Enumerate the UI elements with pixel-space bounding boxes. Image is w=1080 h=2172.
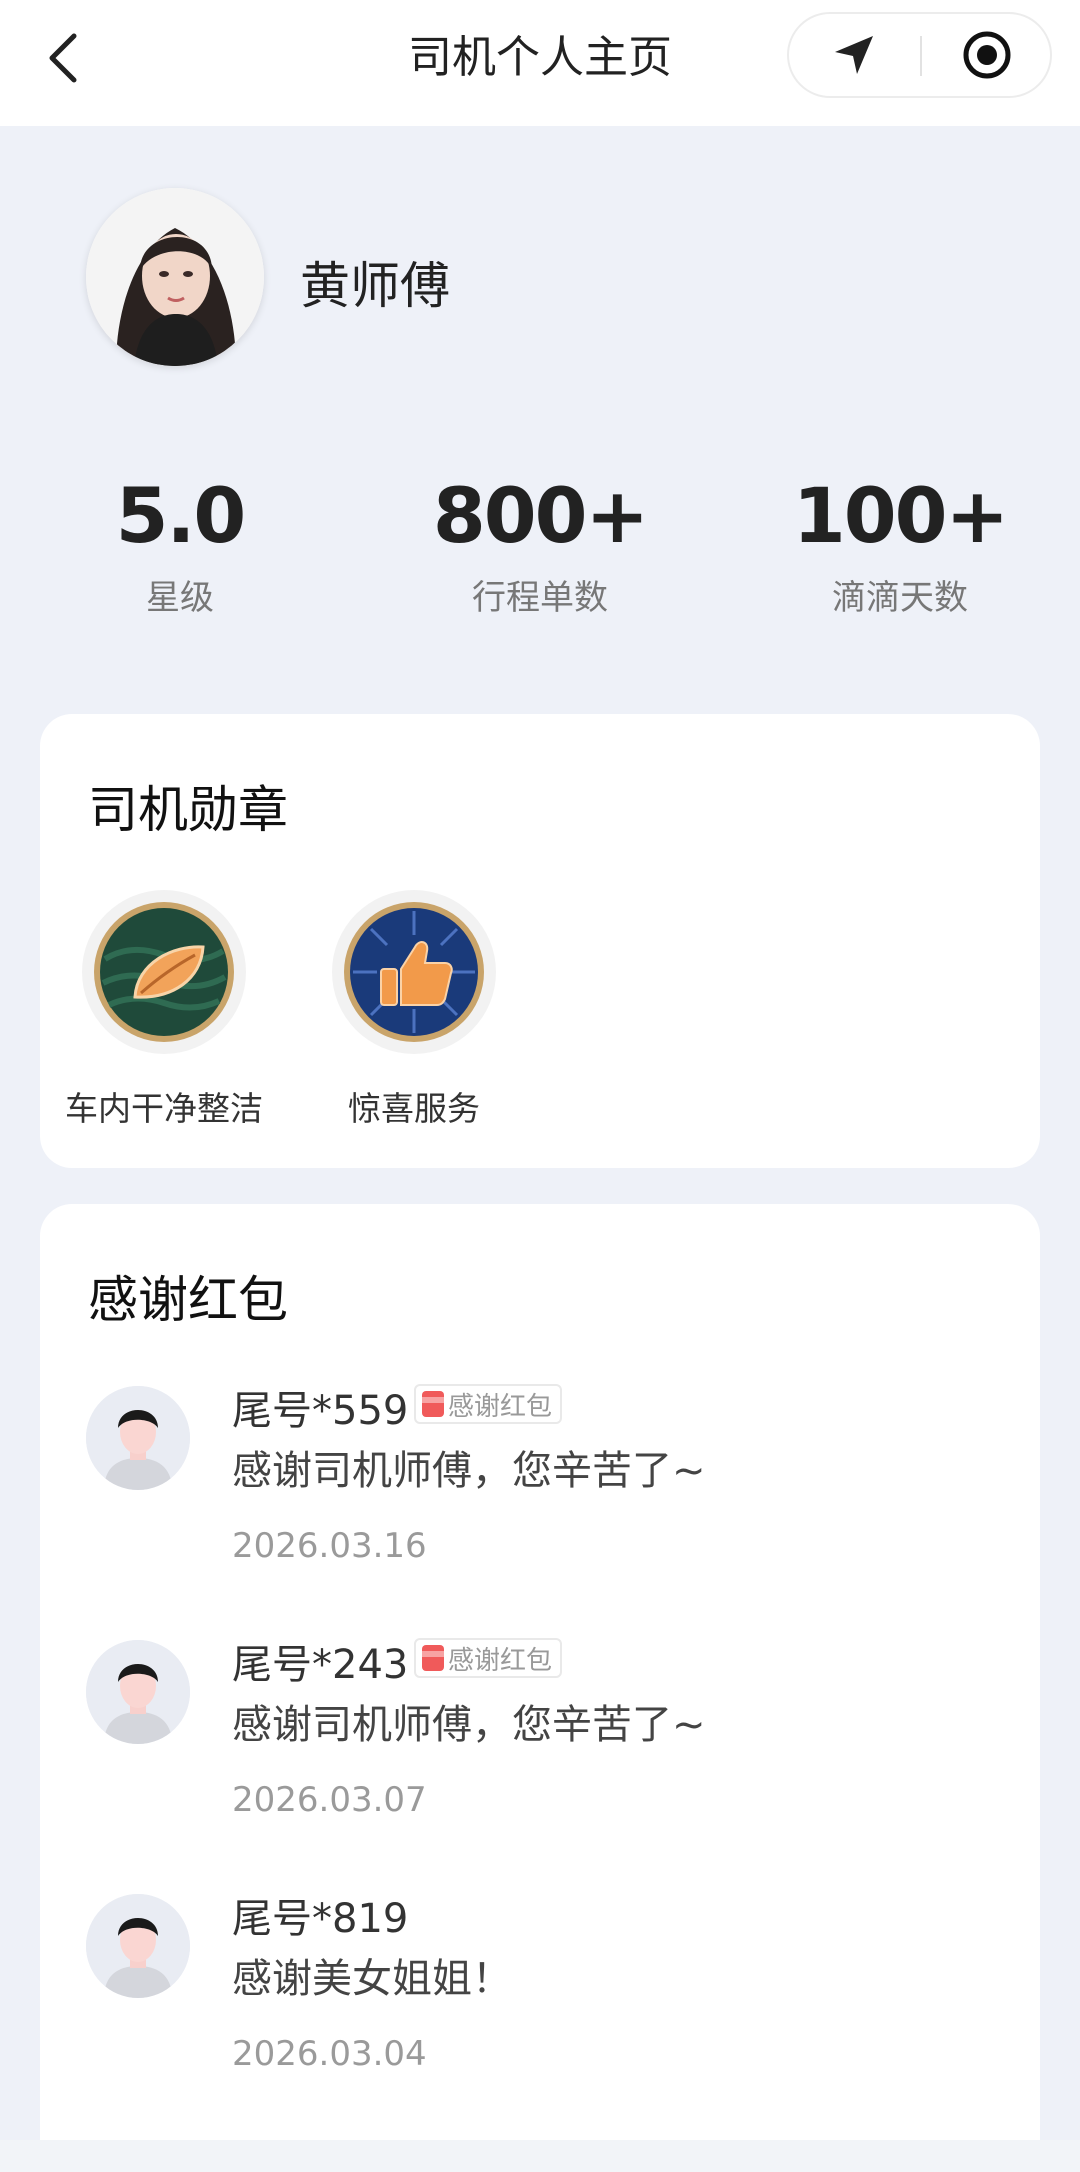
stat-value: 5.0: [115, 471, 247, 560]
thanks-message: 感谢美女姐姐！: [232, 1956, 512, 2002]
badge-circle: [82, 890, 246, 1054]
red-packet-icon: [422, 1391, 444, 1417]
navigation-arrow-icon: [835, 36, 873, 74]
badge-clean-car[interactable]: 车内干净整洁: [54, 890, 274, 1130]
leaf-medal-icon: [94, 902, 234, 1042]
badge-surprise-service[interactable]: 惊喜服务: [304, 890, 524, 1130]
stat-value: 800+: [432, 471, 649, 560]
thanks-message: 感谢司机师傅，您辛苦了~: [232, 1448, 706, 1494]
red-packet-icon: [422, 1645, 444, 1671]
mini-program-capsule: [787, 12, 1052, 98]
thanks-redpacket-tag: 感谢红包: [414, 1638, 563, 1678]
tag-label: 感谢红包: [448, 1645, 553, 1676]
thanks-date: 2026.03.04: [232, 2034, 427, 2074]
driver-photo: [86, 188, 264, 366]
badge-label: 车内干净整洁: [65, 1089, 263, 1128]
stat-days: 100+ 滴滴天数: [750, 478, 1050, 619]
badge-label: 惊喜服务: [348, 1089, 480, 1128]
user-avatar: [86, 1894, 190, 1998]
user-name: 尾号*559: [232, 1388, 409, 1434]
user-avatar: [86, 1386, 190, 1490]
stat-label: 行程单数: [472, 578, 608, 618]
bottom-edge: [0, 2140, 1080, 2172]
driver-name: 黄师傅: [300, 257, 450, 315]
default-user-icon: [86, 1386, 190, 1490]
target-circle-icon: [963, 31, 1011, 79]
location-button[interactable]: [789, 14, 919, 96]
badge-circle: [332, 890, 496, 1054]
default-user-icon: [86, 1640, 190, 1744]
stat-rating: 5.0 星级: [30, 478, 330, 619]
record-button[interactable]: [922, 14, 1052, 96]
thanks-card: 感谢红包: [40, 1204, 1040, 2172]
thanks-message: 感谢司机师傅，您辛苦了~: [232, 1702, 706, 1748]
stat-value: 100+: [792, 471, 1009, 560]
default-user-icon: [86, 1894, 190, 1998]
nav-bar: 司机个人主页: [0, 0, 1080, 126]
user-name: 尾号*819: [232, 1896, 409, 1942]
driver-profile-page: 司机个人主页 黄师傅 5.0 星级 800+ 行程单数 100+ 滴滴天数 司机…: [0, 0, 1080, 2172]
user-name: 尾号*243: [232, 1642, 409, 1688]
stat-label: 滴滴天数: [832, 578, 968, 618]
thumbs-up-medal-icon: [344, 902, 484, 1042]
driver-avatar: [86, 188, 264, 366]
thanks-date: 2026.03.07: [232, 1780, 427, 1820]
thanks-title: 感谢红包: [88, 1271, 288, 1329]
thanks-redpacket-tag: 感谢红包: [414, 1384, 563, 1424]
badges-title: 司机勋章: [88, 781, 288, 839]
stat-trips: 800+ 行程单数: [390, 478, 690, 619]
user-avatar: [86, 1640, 190, 1744]
thanks-date: 2026.03.16: [232, 1526, 427, 1566]
stat-label: 星级: [146, 578, 214, 618]
tag-label: 感谢红包: [448, 1391, 553, 1422]
